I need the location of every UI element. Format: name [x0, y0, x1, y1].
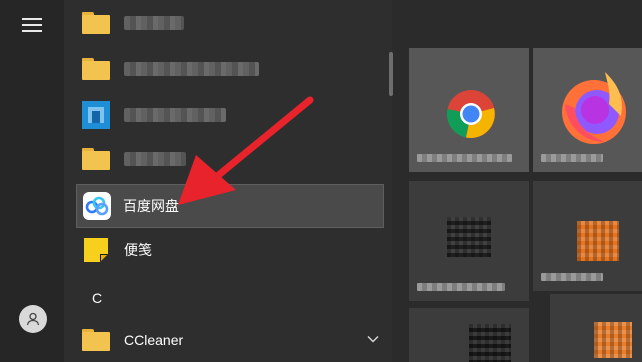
- blurred-tile-label: [417, 154, 512, 162]
- chrome-tile[interactable]: [409, 48, 529, 172]
- app-list: 百度网盘 便笺 CCleaner: [64, 0, 392, 362]
- list-item[interactable]: [78, 50, 383, 88]
- blurred-label: [124, 62, 259, 76]
- baidu-netdisk-icon: [83, 192, 111, 220]
- tile-area: [396, 0, 642, 362]
- app-label: 便笺: [124, 242, 152, 258]
- list-item-sticky-notes[interactable]: 便笺: [78, 231, 383, 269]
- app-label: 百度网盘: [123, 198, 179, 214]
- sticky-notes-icon: [82, 236, 110, 264]
- section-letter-header[interactable]: C: [92, 290, 102, 306]
- hamburger-menu-icon[interactable]: [22, 18, 42, 32]
- list-item-ccleaner[interactable]: CCleaner: [78, 321, 383, 359]
- folder-icon: [82, 145, 110, 173]
- list-item[interactable]: [78, 96, 383, 134]
- app-icon: [594, 322, 632, 358]
- list-item[interactable]: [78, 140, 383, 178]
- scrollbar[interactable]: [389, 52, 393, 96]
- chevron-down-icon[interactable]: [367, 335, 379, 343]
- firefox-icon: [562, 72, 626, 144]
- blurred-label: [124, 108, 226, 122]
- blurred-label: [124, 152, 186, 166]
- folder-icon: [82, 326, 110, 354]
- app-icon: [577, 221, 619, 261]
- app-tile-4[interactable]: [533, 181, 642, 291]
- app-icon: [469, 324, 511, 362]
- list-item[interactable]: [78, 4, 383, 42]
- app-icon: [447, 217, 491, 257]
- app-tile-3[interactable]: [409, 181, 529, 301]
- start-rail: [0, 0, 64, 362]
- firefox-tile[interactable]: [533, 48, 642, 172]
- app-tile-5[interactable]: [409, 308, 529, 362]
- folder-icon: [82, 9, 110, 37]
- chrome-icon: [446, 90, 495, 138]
- app-icon: [82, 101, 110, 129]
- user-avatar-icon[interactable]: [19, 305, 47, 333]
- blurred-tile-label: [541, 154, 603, 162]
- blurred-tile-label: [417, 283, 505, 291]
- folder-icon: [82, 55, 110, 83]
- blurred-tile-label: [541, 273, 603, 281]
- app-tile-6[interactable]: [550, 294, 642, 362]
- app-label: CCleaner: [124, 332, 184, 348]
- list-item-baidu-netdisk[interactable]: 百度网盘: [76, 184, 384, 228]
- blurred-label: [124, 16, 184, 30]
